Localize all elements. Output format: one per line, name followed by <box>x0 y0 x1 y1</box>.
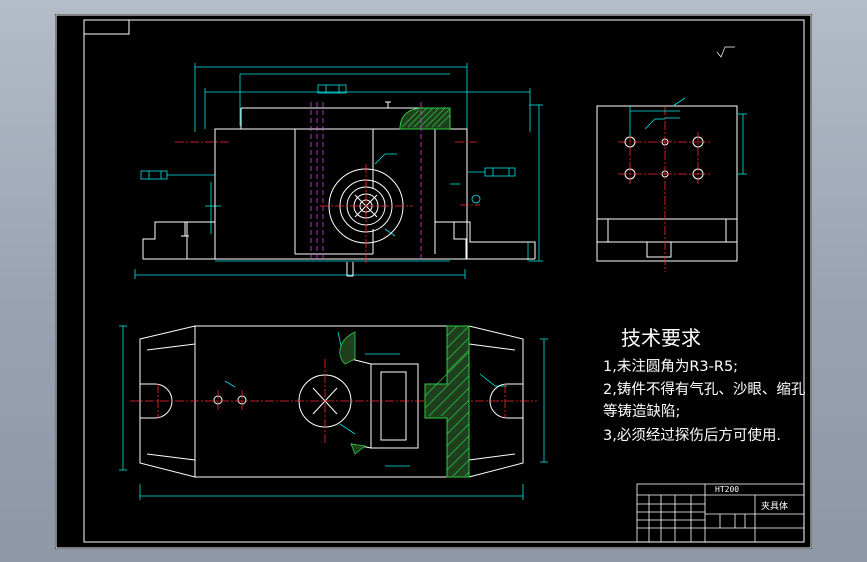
tech-note-2: 2,铸件不得有气孔、沙眼、缩孔 <box>603 381 806 398</box>
tech-note-3: 等铸造缺陷; <box>603 402 680 420</box>
drawing-canvas: 技术要求 1,未注圆角为R3-R5; 2,铸件不得有气孔、沙眼、缩孔 等铸造缺陷… <box>55 14 812 549</box>
technical-requirements: 技术要求 1,未注圆角为R3-R5; 2,铸件不得有气孔、沙眼、缩孔 等铸造缺陷… <box>603 326 806 444</box>
side-view-centerlines <box>618 106 710 272</box>
title-block: HT200 夹具体 <box>636 483 805 543</box>
tech-requirements-title: 技术要求 <box>621 326 701 350</box>
cad-drawing: 技术要求 1,未注圆角为R3-R5; 2,铸件不得有气孔、沙眼、缩孔 等铸造缺陷… <box>55 14 812 549</box>
front-view-dimensions <box>134 63 543 279</box>
title-block-part-name: 夹具体 <box>761 500 788 512</box>
tech-note-4: 3,必须经过探伤后方可使用. <box>603 427 781 444</box>
front-view-outline <box>142 101 536 277</box>
front-view-section <box>399 107 451 130</box>
surface-finish-symbol <box>716 46 735 58</box>
side-view-holes <box>624 136 704 180</box>
side-view-outline <box>596 105 738 262</box>
side-view-dimensions <box>629 97 747 175</box>
drawing-frame <box>55 14 812 549</box>
top-view-centerlines <box>130 359 537 444</box>
side-view <box>596 46 747 272</box>
tech-note-1: 1,未注圆角为R3-R5; <box>603 358 738 375</box>
top-view-section <box>339 325 470 478</box>
front-view-tolerance-frames <box>140 84 516 204</box>
title-block-material: HT200 <box>715 485 739 494</box>
front-view-centerlines <box>175 141 480 264</box>
front-view <box>134 63 543 279</box>
top-view <box>119 325 548 500</box>
